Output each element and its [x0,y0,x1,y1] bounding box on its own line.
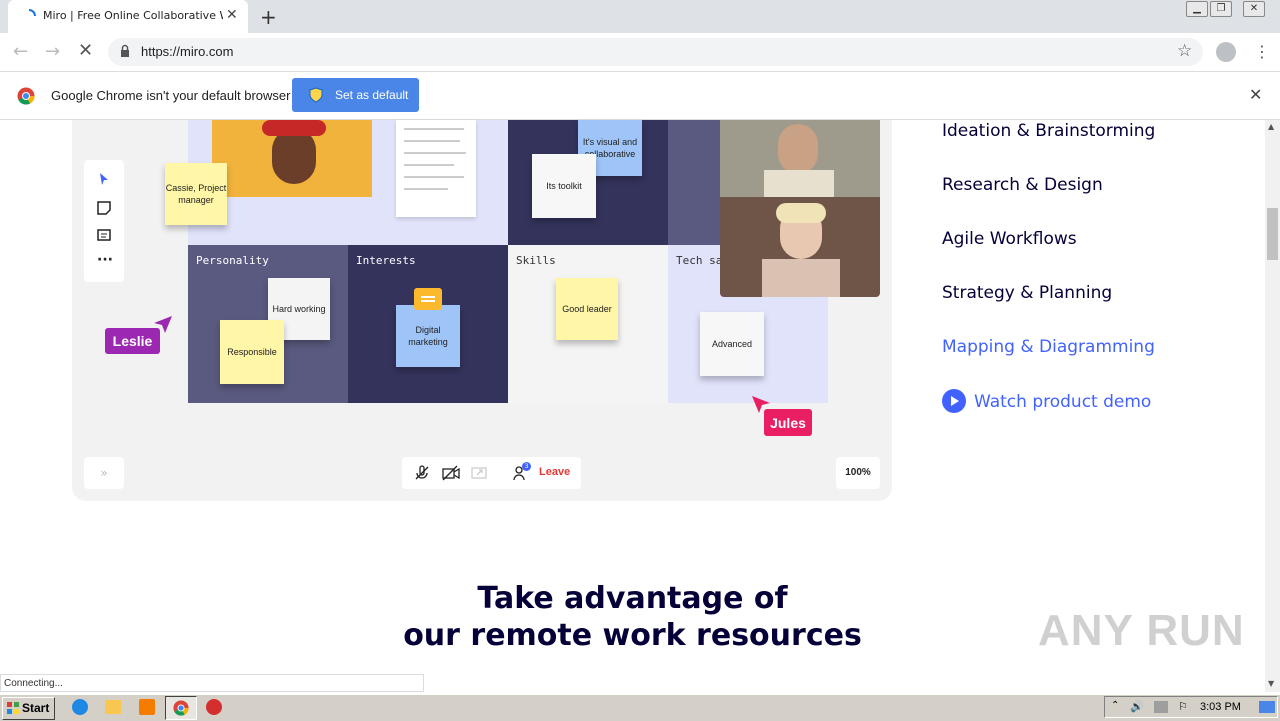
infobar-message: Google Chrome isn't your default browser [51,88,291,103]
play-circle-icon[interactable] [942,389,966,413]
sticky-note[interactable]: Cassie, Project manager [165,163,227,225]
comment-tool-icon[interactable] [97,229,111,243]
network-icon[interactable] [1154,701,1168,713]
chrome-logo-icon [17,87,35,105]
watch-demo-link[interactable]: Watch product demo [974,392,1151,412]
leave-call-button[interactable]: Leave [539,466,570,478]
sticky-note-tool-icon[interactable] [97,201,111,215]
loading-icon [28,9,36,17]
expand-panel-button[interactable]: » [84,457,124,489]
media-player-icon[interactable] [139,699,155,715]
browser-tab[interactable]: Miro | Free Online Collaborative Whi ✕ [8,0,248,33]
cursor-label-leslie: Leslie [105,328,160,354]
zoom-level[interactable]: 100% [836,457,880,489]
menu-item-research[interactable]: Research & Design [942,175,1103,195]
start-label: Start [22,701,50,715]
video-feed-participant [720,197,880,297]
folder-icon[interactable] [105,700,121,714]
volume-icon[interactable]: 🔊 [1130,700,1144,713]
set-as-default-label: Set as default [335,88,409,102]
ie-icon[interactable] [72,699,88,715]
bookmark-star-icon[interactable]: ☆ [1177,41,1192,61]
participant-count-badge: 3 [522,462,531,471]
menu-item-ideation[interactable]: Ideation & Brainstorming [942,121,1155,141]
portrait-photo [212,120,372,197]
mic-off-icon[interactable] [414,465,430,481]
video-feed-participant [720,120,880,197]
camera-off-icon[interactable] [442,465,460,481]
tool-palette: ··· [84,160,124,282]
sticky-note[interactable]: Digital marketing [396,305,460,367]
address-bar[interactable] [108,38,1203,66]
start-button[interactable]: Start [2,697,55,720]
cursor-label-jules: Jules [764,409,812,436]
cell-label: Skills [516,254,556,267]
profile-avatar-icon[interactable] [1216,42,1236,62]
taskbar-clock: 3:03 PM [1200,701,1241,713]
sticky-note[interactable]: Advanced [700,312,764,376]
scroll-down-arrow-icon[interactable]: ▼ [1268,679,1274,688]
menu-item-mapping[interactable]: Mapping & Diagramming [942,337,1155,357]
cursor-tool-icon[interactable] [99,172,109,186]
sticky-note[interactable]: Good leader [556,278,618,340]
scrollbar-thumb[interactable] [1267,208,1278,260]
windows-logo-icon [7,702,19,714]
chrome-taskbar-button[interactable] [165,696,197,720]
tray-expand-icon[interactable]: ⌃ [1111,700,1119,711]
tab-title: Miro | Free Online Collaborative Whi [43,9,223,22]
scroll-up-arrow-icon[interactable]: ▲ [1268,122,1274,131]
flag-icon[interactable]: ⚐ [1178,700,1188,713]
comment-icon[interactable] [414,288,442,310]
sticky-note[interactable]: Responsible [220,320,284,384]
sticky-note[interactable]: Its toolkit [532,154,596,218]
stop-sign-icon[interactable] [206,699,222,715]
lock-icon [121,44,129,57]
url-text[interactable]: https://miro.com [141,44,233,59]
anyrun-watermark: ANY RUN [1038,606,1245,655]
forward-icon[interactable]: → [45,41,60,62]
share-screen-icon[interactable] [471,465,487,481]
loading-status: Connecting... [0,674,424,692]
shield-icon [309,87,323,103]
document-thumbnail [396,120,476,217]
new-tab-button[interactable]: + [260,5,277,29]
more-tools-icon[interactable]: ··· [97,252,113,268]
menu-dots-icon[interactable]: ⋮ [1254,42,1270,61]
stop-icon[interactable]: ✕ [78,40,93,61]
vertical-scrollbar[interactable] [1265,120,1280,692]
miro-board-demo: Cassie, Project manager It's visual and … [72,120,892,501]
close-tab-icon[interactable]: ✕ [226,7,238,23]
cell-label: Personality [196,254,269,267]
back-icon[interactable]: ← [13,41,28,62]
call-controls-bar: 3 Leave [402,457,581,489]
show-desktop-icon[interactable] [1259,701,1275,713]
close-window-button[interactable]: ✕ [1243,1,1265,17]
restore-button[interactable]: ❐ [1210,1,1232,17]
set-as-default-button[interactable]: Set as default [292,78,419,112]
minimize-button[interactable]: ▁ [1186,1,1208,17]
close-infobar-icon[interactable]: ✕ [1249,85,1262,104]
chrome-icon [173,700,189,716]
menu-item-strategy[interactable]: Strategy & Planning [942,283,1112,303]
cell-label: Interests [356,254,416,267]
menu-item-agile[interactable]: Agile Workflows [942,229,1077,249]
